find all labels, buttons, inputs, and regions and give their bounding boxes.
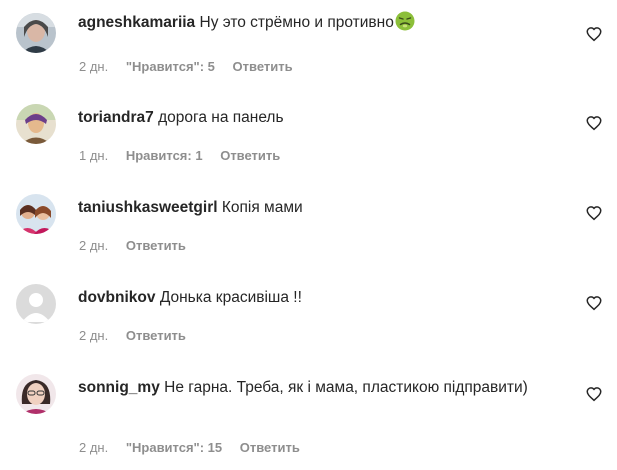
heart-outline-icon[interactable] — [585, 294, 603, 312]
comment-username[interactable]: toriandra7 — [78, 109, 154, 126]
comment-meta: 2 дн. Ответить — [79, 238, 200, 253]
nauseated-face-icon — [395, 11, 415, 31]
avatar[interactable] — [16, 13, 56, 53]
comment-content: dovbnikov Донька красивіша !! — [78, 286, 567, 309]
comment-username[interactable]: taniushkasweetgirl — [78, 199, 218, 216]
avatar[interactable] — [16, 284, 56, 324]
comment-content: taniushkasweetgirl Копія мами — [78, 196, 567, 219]
comment-meta: 2 дн. "Нравится": 15 Ответить — [79, 440, 314, 455]
reply-button[interactable]: Ответить — [126, 328, 186, 343]
avatar[interactable] — [16, 374, 56, 414]
avatar-image — [16, 374, 56, 414]
comment-time[interactable]: 2 дн. — [79, 440, 108, 455]
comment-time[interactable]: 1 дн. — [79, 148, 108, 163]
comment-text: Донька красивіша !! — [159, 289, 302, 306]
comment-meta: 2 дн. "Нравится": 5 Ответить — [79, 59, 307, 74]
avatar[interactable] — [16, 104, 56, 144]
heart-outline-icon[interactable] — [585, 25, 603, 43]
comment-meta: 1 дн. Нравится: 1 Ответить — [79, 148, 294, 163]
comment-text: Ну это стрёмно и противно — [199, 14, 394, 31]
heart-outline-icon[interactable] — [585, 385, 603, 403]
default-avatar-icon — [16, 284, 56, 324]
avatar-image — [16, 194, 56, 234]
reply-button[interactable]: Ответить — [240, 440, 300, 455]
comment-content: toriandra7 дорога на панель — [78, 106, 567, 129]
comment-username[interactable]: dovbnikov — [78, 289, 156, 306]
heart-outline-icon[interactable] — [585, 114, 603, 132]
comment-time[interactable]: 2 дн. — [79, 59, 108, 74]
avatar-image — [16, 13, 56, 53]
comment-text: дорога на панель — [158, 109, 284, 126]
comment-likes[interactable]: "Нравится": 15 — [126, 440, 222, 455]
comment-username[interactable]: agneshkamariia — [78, 14, 195, 31]
comment-username[interactable]: sonnig_my — [78, 379, 160, 396]
comment-likes[interactable]: Нравится: 1 — [126, 148, 203, 163]
avatar-image — [16, 104, 56, 144]
comment-likes[interactable]: "Нравится": 5 — [126, 59, 215, 74]
heart-outline-icon[interactable] — [585, 204, 603, 222]
reply-button[interactable]: Ответить — [233, 59, 293, 74]
comment-meta: 2 дн. Ответить — [79, 328, 200, 343]
comment-text: Копія мами — [221, 199, 303, 216]
reply-button[interactable]: Ответить — [220, 148, 280, 163]
comment-content: sonnig_my Не гарна. Треба, як і мама, пл… — [78, 376, 567, 399]
reply-button[interactable]: Ответить — [126, 238, 186, 253]
comment-content: agneshkamariia Ну это стрёмно и противно — [78, 11, 567, 34]
comment-text: Не гарна. Треба, як і мама, пластикою пі… — [164, 379, 528, 396]
comment-time[interactable]: 2 дн. — [79, 238, 108, 253]
comment-time[interactable]: 2 дн. — [79, 328, 108, 343]
avatar[interactable] — [16, 194, 56, 234]
